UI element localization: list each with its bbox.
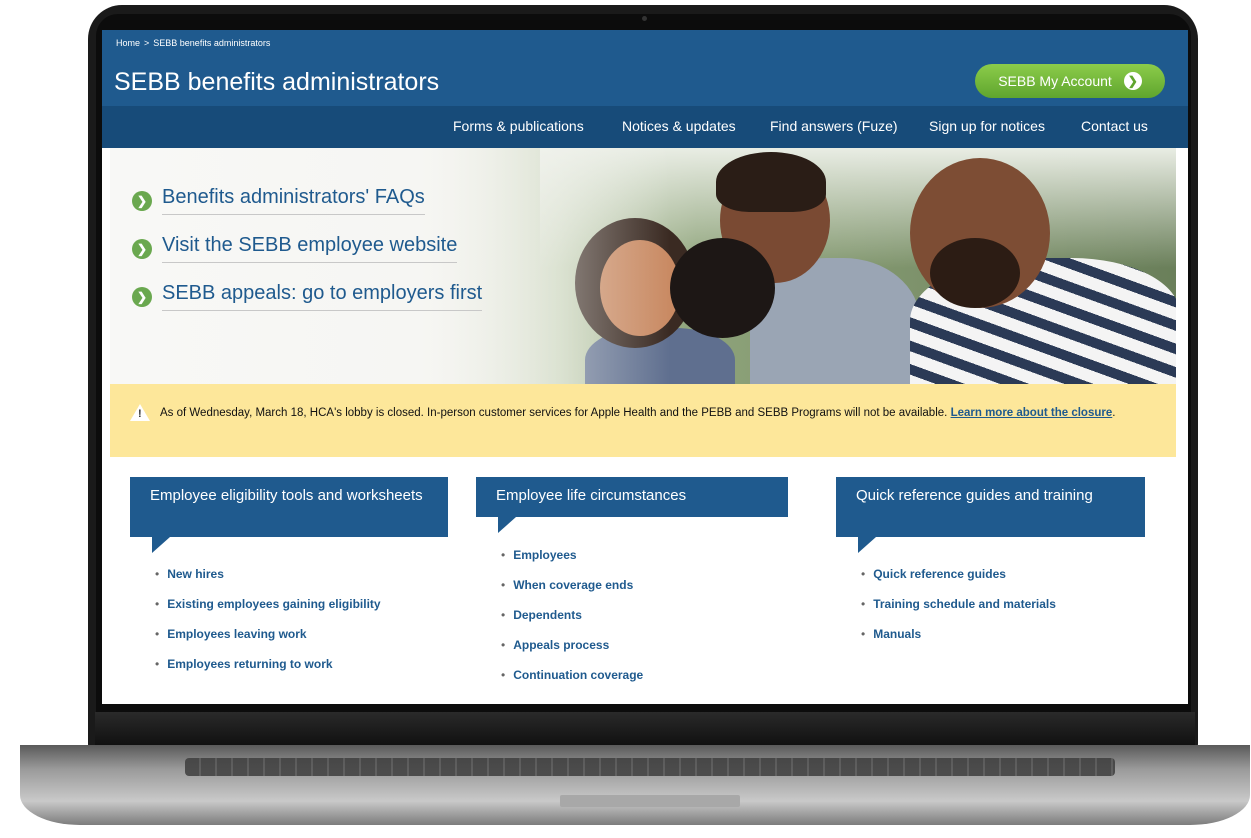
breadcrumb: Home > SEBB benefits administrators (116, 38, 274, 48)
list-item[interactable]: Employees leaving work (155, 627, 448, 641)
nav-contact-us[interactable]: Contact us (1081, 118, 1148, 134)
nav-sign-up-notices[interactable]: Sign up for notices (929, 118, 1045, 134)
chevron-right-icon: ❯ (132, 190, 152, 211)
page-title: SEBB benefits administrators (114, 68, 440, 96)
column-eligibility-tools: Employee eligibility tools and worksheet… (130, 477, 448, 687)
breadcrumb-home[interactable]: Home (116, 38, 140, 48)
alert-closure-link[interactable]: Learn more about the closure (951, 407, 1113, 419)
hero-photo-girl (670, 238, 775, 338)
link-list: Quick reference guides Training schedule… (861, 567, 1145, 641)
nav-forms-publications[interactable]: Forms & publications (453, 118, 584, 134)
main-nav: Forms & publications Notices & updates F… (102, 106, 1188, 148)
hero-link-appeals[interactable]: ❯ SEBB appeals: go to employers first (132, 282, 483, 311)
column-heading[interactable]: Employee life circumstances (476, 477, 788, 533)
laptop-base (20, 745, 1250, 825)
laptop-keyboard (185, 758, 1115, 776)
breadcrumb-separator: > (144, 38, 150, 48)
hero-link-label: SEBB appeals: go to employers first (162, 282, 483, 311)
my-account-button[interactable]: SEBB My Account ❯ (975, 64, 1165, 98)
chevron-right-icon: ❯ (132, 286, 152, 307)
main-content: ❯ Benefits administrators' FAQs ❯ Visit … (110, 148, 1176, 704)
hero-photo-boy-hair (716, 152, 826, 212)
hero-photo-man-beard (930, 238, 1020, 308)
list-item[interactable]: Employees (501, 548, 788, 562)
alert-suffix: . (1112, 407, 1116, 419)
list-item[interactable]: Existing employees gaining eligibility (155, 597, 448, 611)
list-item[interactable]: Continuation coverage (501, 668, 788, 682)
hero-link-label: Benefits administrators' FAQs (162, 186, 425, 215)
list-item[interactable]: Manuals (861, 627, 1145, 641)
nav-notices-updates[interactable]: Notices & updates (622, 118, 736, 134)
hero-link-label: Visit the SEBB employee website (162, 234, 458, 263)
chevron-right-icon: ❯ (132, 238, 152, 259)
hero-banner: ❯ Benefits administrators' FAQs ❯ Visit … (110, 148, 1176, 384)
column-heading[interactable]: Quick reference guides and training (836, 477, 1145, 553)
list-item[interactable]: Appeals process (501, 638, 788, 652)
hero-link-employee-website[interactable]: ❯ Visit the SEBB employee website (132, 234, 482, 263)
hero-links: ❯ Benefits administrators' FAQs ❯ Visit … (132, 186, 483, 330)
chevron-right-icon: ❯ (1123, 72, 1142, 90)
breadcrumb-current: SEBB benefits administrators (153, 38, 271, 48)
my-account-label: SEBB My Account (998, 73, 1112, 89)
camera-icon (642, 16, 647, 21)
hero-link-faqs[interactable]: ❯ Benefits administrators' FAQs (132, 186, 482, 215)
column-heading[interactable]: Employee eligibility tools and worksheet… (130, 477, 448, 553)
link-list: New hires Existing employees gaining eli… (155, 567, 448, 671)
column-reference-guides: Quick reference guides and training Quic… (836, 477, 1145, 657)
browser-screen: Home > SEBB benefits administrators SEBB b… (102, 30, 1188, 704)
site-header: Home > SEBB benefits administrators SEBB b… (102, 30, 1188, 148)
laptop-trackpad (560, 795, 740, 807)
nav-find-answers[interactable]: Find answers (Fuze) (770, 118, 898, 134)
list-item[interactable]: Training schedule and materials (861, 597, 1145, 611)
alert-text: As of Wednesday, March 18, HCA's lobby i… (160, 407, 948, 419)
list-item[interactable]: Quick reference guides (861, 567, 1145, 581)
column-life-circumstances: Employee life circumstances Employees Wh… (476, 477, 788, 698)
list-item[interactable]: Dependents (501, 608, 788, 622)
closure-alert: ! As of Wednesday, March 18, HCA's lobby… (110, 384, 1176, 457)
list-item[interactable]: New hires (155, 567, 448, 581)
list-item[interactable]: When coverage ends (501, 578, 788, 592)
warning-icon-mark: ! (138, 408, 142, 420)
list-item[interactable]: Employees returning to work (155, 657, 448, 671)
link-list: Employees When coverage ends Dependents … (501, 548, 788, 682)
alert-message: As of Wednesday, March 18, HCA's lobby i… (160, 404, 1160, 422)
